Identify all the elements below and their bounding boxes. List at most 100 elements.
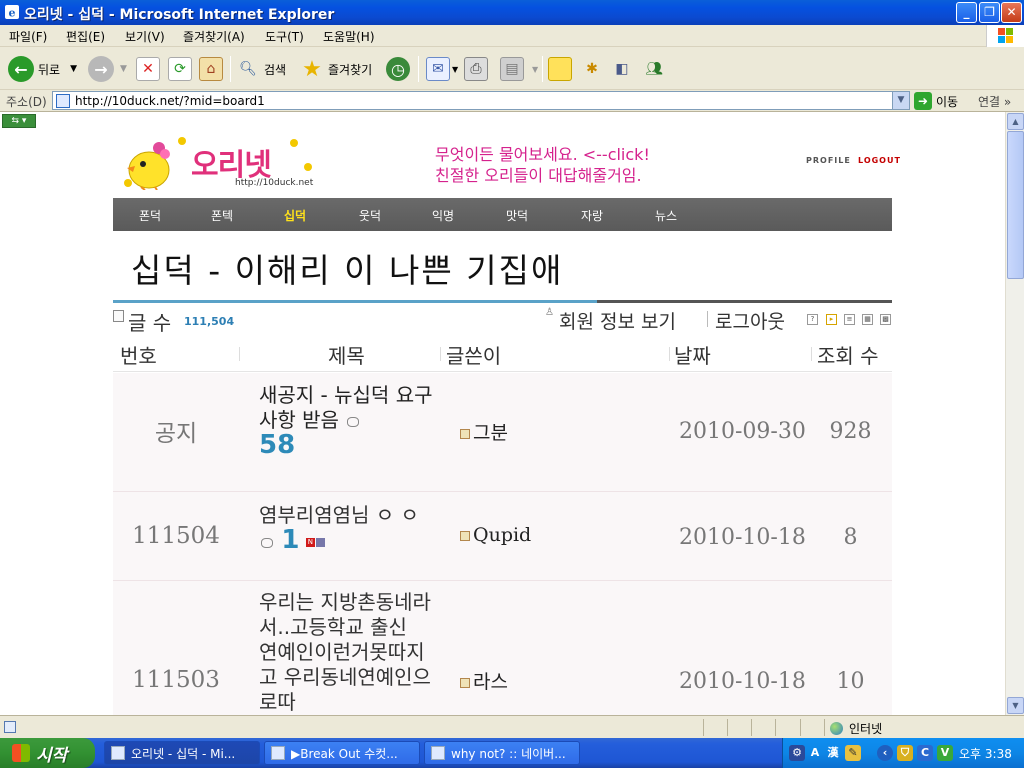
note-icon <box>548 57 572 81</box>
logout-link[interactable]: LOGOUT <box>858 156 901 165</box>
ie-icon <box>431 746 445 760</box>
shield-icon[interactable]: ⛉ <box>897 745 913 761</box>
taskbar-item[interactable]: 오리넷 - 십덕 - Mi... <box>104 741 260 765</box>
row-writer[interactable]: Qupid <box>460 524 531 546</box>
refresh-button[interactable]: ⟳ <box>168 54 192 84</box>
toggle-chip[interactable]: ⇆ ▾ <box>2 114 36 128</box>
menu-help[interactable]: 도움말(H) <box>323 28 375 45</box>
writer-name[interactable]: 라스 <box>473 671 508 693</box>
table-row[interactable]: 공지 새공지 - 뉴십덕 요구사항 받음 58 그분 2010-09-30 92… <box>113 373 892 492</box>
table-row[interactable]: 111503 우리는 지방촌동네라서..고등학교 출신 연예인이런거못따지고 우… <box>113 581 892 715</box>
minimize-button[interactable]: _ <box>956 2 977 23</box>
scroll-up-icon[interactable]: ▲ <box>1007 113 1024 130</box>
row-subject[interactable]: 염부리염염님 ㅇ ㅇ 1 N <box>259 503 434 554</box>
separator <box>707 311 708 327</box>
nav-item-boast[interactable]: 자랑 <box>581 207 603 224</box>
history-button[interactable]: ◷ <box>386 54 410 84</box>
print-button[interactable]: ⎙ <box>464 54 488 84</box>
help-icon[interactable]: ? <box>807 314 818 325</box>
scroll-down-icon[interactable]: ▼ <box>1007 697 1024 714</box>
site-logo[interactable]: 오리넷 http://10duck.net <box>113 134 318 196</box>
edit-dropdown-icon[interactable]: ▼ <box>532 65 538 74</box>
page-status-icon <box>4 721 16 733</box>
edit-button[interactable]: ▤ ▼ <box>500 54 538 84</box>
taskbar-item[interactable]: why not? :: 네이버... <box>424 741 580 765</box>
subject-text[interactable]: 염부리염염님 ㅇ ㅇ <box>259 503 419 527</box>
webzine-view-icon[interactable]: ▦ <box>862 314 873 325</box>
research-button[interactable]: ◧ <box>610 54 634 84</box>
table-row[interactable]: 111504 염부리염염님 ㅇ ㅇ 1 N Qupid 2010-10-18 8 <box>113 492 892 581</box>
mail-dropdown-icon[interactable]: ▼ <box>452 65 458 74</box>
menu-favorites[interactable]: 즐겨찾기(A) <box>183 28 245 45</box>
forward-button[interactable]: → ▼ <box>88 54 127 84</box>
nav-item-humor[interactable]: 웃덕 <box>359 207 381 224</box>
subject-text[interactable]: 우리는 지방촌동네라서..고등학교 출신 연예인이런거못따지고 우리동네연예인으… <box>259 590 431 714</box>
mail-button[interactable]: ✉ ▼ <box>426 54 458 84</box>
board-logout-link[interactable]: 로그아웃 <box>715 307 785 334</box>
c-app-icon[interactable]: C <box>917 745 933 761</box>
favorites-button[interactable]: ★ 즐겨찾기 <box>300 54 372 84</box>
row-writer[interactable]: 그분 <box>460 418 508 445</box>
nav-item-anonymous[interactable]: 익명 <box>432 207 454 224</box>
back-button[interactable]: ← 뒤로 ▼ <box>8 54 77 84</box>
list-view-icon[interactable]: ≡ <box>844 314 855 325</box>
globe-icon <box>830 722 843 735</box>
profile-link[interactable]: PROFILE <box>806 156 851 165</box>
messenger-button[interactable]: 👥︎ <box>642 54 666 84</box>
question-banner[interactable]: 무엇이든 물어보세요. <--click! 친절한 오리들이 대답해줄거임. <box>435 144 650 186</box>
address-input[interactable]: http://10duck.net/?mid=board1 ▼ <box>52 91 910 110</box>
nav-item-phone[interactable]: 폰덕 <box>139 207 161 224</box>
tray-expand-icon[interactable]: ‹ <box>877 745 893 761</box>
home-button[interactable]: ⌂ <box>199 54 223 84</box>
links-toolbar[interactable]: 연결 » <box>978 93 1011 110</box>
comment-count[interactable]: 1 <box>281 525 299 555</box>
input-mode-icon[interactable]: A <box>807 745 823 761</box>
forward-dropdown-icon[interactable]: ▼ <box>120 64 127 74</box>
nav-item-news[interactable]: 뉴스 <box>655 207 677 224</box>
gallery-view-icon[interactable]: ▩ <box>880 314 891 325</box>
writer-name[interactable]: Qupid <box>473 524 531 546</box>
forward-arrow-icon: → <box>88 56 114 82</box>
comment-count[interactable]: 58 <box>259 430 295 460</box>
vertical-scrollbar[interactable]: ▲ ▼ <box>1005 112 1024 715</box>
menu-view[interactable]: 보기(V) <box>125 28 165 45</box>
nav-item-food[interactable]: 맛덕 <box>506 207 528 224</box>
task-label: ▶Break Out 수컷... <box>291 746 398 761</box>
go-button[interactable]: ➜ 이동 <box>914 91 958 111</box>
task-label: why not? :: 네이버... <box>451 746 566 761</box>
bookmark-button[interactable]: ✱ <box>580 54 604 84</box>
row-subject[interactable]: 우리는 지방촌동네라서..고등학교 출신 연예인이런거못따지고 우리동네연예인으… <box>259 590 431 715</box>
member-info-link[interactable]: 회원 정보 보기 <box>559 307 676 334</box>
row-writer[interactable]: 라스 <box>460 667 508 694</box>
close-button[interactable]: ✕ <box>1001 2 1022 23</box>
rss-icon[interactable]: ▸ <box>826 314 837 325</box>
start-button[interactable]: 시작 <box>0 738 95 768</box>
hanja-icon[interactable]: 漢 <box>825 745 841 761</box>
title-bar[interactable]: e 오리넷 - 십덕 - Microsoft Internet Explorer… <box>0 0 1024 25</box>
restore-button[interactable]: ❐ <box>979 2 1000 23</box>
language-icon[interactable]: ⚙ <box>789 745 805 761</box>
search-button[interactable]: 🔍︎ 검색 <box>236 54 286 84</box>
nav-item-sipduck[interactable]: 십덕 <box>284 207 306 224</box>
scroll-thumb[interactable] <box>1007 131 1024 279</box>
status-pane <box>727 719 728 736</box>
ime-icon[interactable]: ✎ <box>845 745 861 761</box>
status-pane <box>800 719 801 736</box>
subject-text[interactable]: 새공지 - 뉴십덕 요구사항 받음 <box>259 383 433 432</box>
back-dropdown-icon[interactable]: ▼ <box>70 64 77 74</box>
row-subject[interactable]: 새공지 - 뉴십덕 요구사항 받음 58 <box>259 383 434 459</box>
taskbar-item[interactable]: ▶Break Out 수컷... <box>264 741 420 765</box>
address-dropdown-icon[interactable]: ▼ <box>892 92 909 109</box>
v3-icon[interactable]: V <box>937 745 953 761</box>
stop-button[interactable]: ✕ <box>136 54 160 84</box>
menu-edit[interactable]: 편집(E) <box>66 28 105 45</box>
address-url[interactable]: http://10duck.net/?mid=board1 <box>75 94 265 108</box>
notes-button[interactable] <box>548 54 572 84</box>
writer-name[interactable]: 그분 <box>473 422 508 444</box>
main-nav: 폰덕 폰텍 십덕 웃덕 익명 맛덕 자랑 뉴스 <box>113 198 892 231</box>
menu-tools[interactable]: 도구(T) <box>265 28 304 45</box>
nav-item-phonetech[interactable]: 폰텍 <box>211 207 233 224</box>
menu-file[interactable]: 파일(F) <box>9 28 47 45</box>
links-label: 연결 <box>978 95 1001 109</box>
task-label: 오리넷 - 십덕 - Mi... <box>131 746 236 761</box>
